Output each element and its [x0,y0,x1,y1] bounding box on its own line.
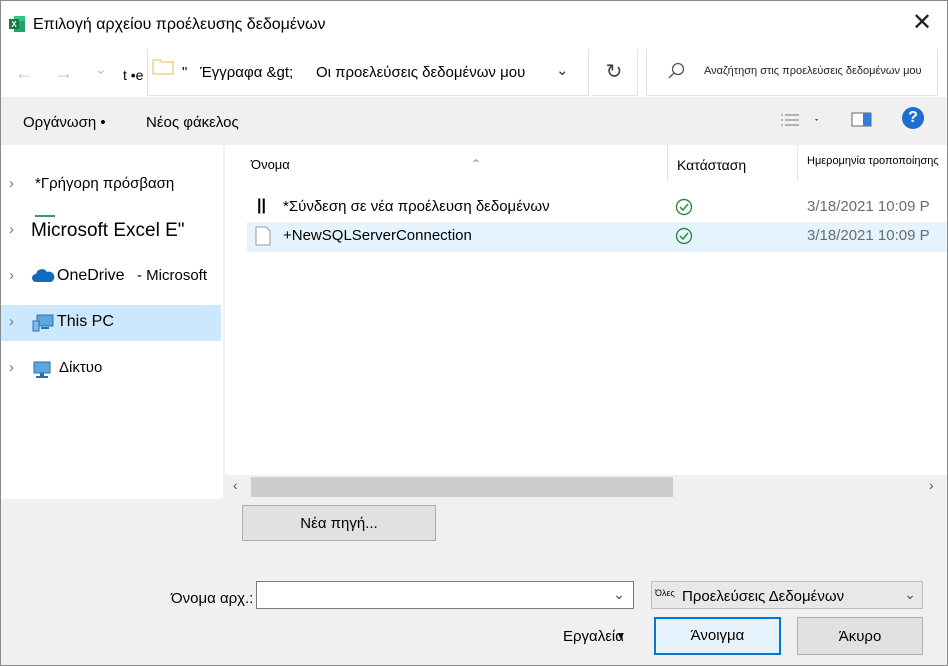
expand-chevron-icon[interactable]: › [9,175,14,192]
sort-ascending-icon: ⌃ [471,157,482,171]
new-source-button[interactable]: Νέα πηγή... [242,505,436,541]
search-placeholder: Αναζήτηση στις προελεύσεις δεδομένων μου [704,65,922,77]
file-name-label: Όνομα αρχ.: [171,590,254,607]
sidebar-item-label: OneDrive [57,267,125,284]
chevron-down-icon[interactable]: ⌄ [904,586,916,603]
file-list: ⌃ Όνομα Κατάσταση Ημερομηνία τροποποίηση… [225,145,947,475]
tools-dropdown-icon: ▼ [615,631,626,642]
expand-chevron-icon[interactable]: › [9,221,14,238]
sidebar-item-network[interactable]: › Δίκτυο [1,351,221,387]
title-bar: X Επιλογή αρχείου προέλευσης δεδομένων ✕ [1,1,947,49]
sync-ok-icon [675,198,693,216]
computer-icon [32,314,54,332]
column-label: Ημερομηνία τροποποίησης [807,155,939,167]
address-dropdown-icon[interactable]: ⌄ [556,61,569,79]
close-icon[interactable]: ✕ [910,11,934,35]
sync-ok-icon [675,227,693,245]
forward-arrow-icon[interactable]: → [55,63,73,84]
address-quote: " [182,64,188,81]
search-box[interactable]: Αναζήτηση στις προελεύσεις δεδομένων μου [646,49,938,96]
open-button[interactable]: Άνοιγμα [654,617,781,655]
scroll-right-icon[interactable]: › [929,477,934,493]
sidebar-item-this-pc[interactable]: › This PC [1,305,221,341]
sidebar-item-suffix: - Microsoft [137,267,208,284]
table-row[interactable]: +NewSQLServerConnection 3/18/2021 10:09 … [247,222,947,252]
network-icon [33,361,51,378]
search-icon [668,62,685,79]
sidebar-item-quick-access[interactable]: › *Γρήγορη πρόσβαση [1,167,221,203]
organize-button[interactable]: Οργάνωση • [23,114,106,131]
column-header-date[interactable]: Ημερομηνία τροποποίησης [797,145,947,181]
sidebar-item-excel[interactable]: › Microsoft Excel E" [1,213,221,249]
new-folder-button[interactable]: Νέος φάκελος [146,114,239,131]
expand-chevron-icon[interactable]: › [9,359,14,376]
file-date: 3/18/2021 10:09 P [807,227,930,244]
breadcrumb-my-data-sources[interactable]: Οι προελεύσεις δεδομένων μου [316,64,525,81]
up-level-button[interactable]: t •e [123,67,143,83]
back-arrow-icon[interactable]: ← [15,63,33,84]
file-name: *Σύνδεση σε νέα προέλευση δεδομένων [283,198,550,215]
table-row[interactable]: || *Σύνδεση σε νέα προέλευση δεδομένων 3… [247,193,947,223]
column-label: Όνομα [251,157,290,172]
preview-pane-icon[interactable] [851,111,873,129]
change-view-icon[interactable] [779,111,819,131]
scroll-left-icon[interactable]: ‹ [233,477,238,493]
refresh-icon[interactable]: ↻ [591,49,638,96]
svg-text:X: X [11,20,17,29]
filter-prefix: Όλες [655,588,675,598]
file-icon [255,226,271,246]
onedrive-cloud-icon [32,269,55,282]
connection-file-icon: || [257,197,266,214]
file-open-dialog: X Επιλογή αρχείου προέλευσης δεδομένων ✕… [0,0,948,666]
recent-locations-icon[interactable]: ⌄ [95,61,107,78]
file-date: 3/18/2021 10:09 P [807,198,930,215]
expand-chevron-icon[interactable]: › [9,267,14,284]
tools-label: Εργαλεία [563,628,624,645]
folder-icon [152,59,174,75]
sidebar-item-onedrive[interactable]: › OneDrive - Microsoft [1,259,221,295]
file-name-input[interactable]: ⌄ [256,581,634,609]
file-type-filter[interactable]: Όλες Προελεύσεις Δεδομένων ⌄ [651,581,923,609]
excel-app-icon: X [9,16,25,32]
excel-mini-icon [35,215,55,217]
navigation-pane: › *Γρήγορη πρόσβαση › Microsoft Excel E"… [1,145,223,499]
window-title: Επιλογή αρχείου προέλευσης δεδομένων [33,16,326,33]
tools-button[interactable]: Εργαλεία▼ [563,628,634,645]
chevron-down-icon[interactable]: ⌄ [613,586,625,603]
sidebar-item-label: Microsoft Excel E" [31,220,185,241]
expand-chevron-icon[interactable]: › [9,313,14,330]
column-label: Κατάσταση [677,157,747,173]
command-bar: Οργάνωση • Νέος φάκελος ? [1,97,947,145]
breadcrumb-documents[interactable]: Έγγραφα &gt; [200,64,293,81]
cancel-button[interactable]: Άκυρο [797,617,923,655]
file-name: +NewSQLServerConnection [283,227,472,244]
filter-value: Προελεύσεις Δεδομένων [682,588,845,605]
scrollbar-thumb[interactable] [251,477,673,497]
address-bar[interactable]: " Έγγραφα &gt; Οι προελεύσεις δεδομένων … [147,49,589,96]
sidebar-item-label: Δίκτυο [59,359,103,376]
horizontal-scrollbar[interactable]: ‹ › [225,475,947,499]
column-header-name[interactable]: ⌃ Όνομα [247,145,668,181]
sidebar-item-label: This PC [57,313,114,330]
column-header-status[interactable]: Κατάσταση [667,145,798,181]
address-row: ← → ⌄ t •e " Έγγραφα &gt; Οι προελεύσεις… [1,49,947,97]
help-icon[interactable]: ? [902,107,924,129]
sidebar-item-label: *Γρήγορη πρόσβαση [35,175,175,192]
